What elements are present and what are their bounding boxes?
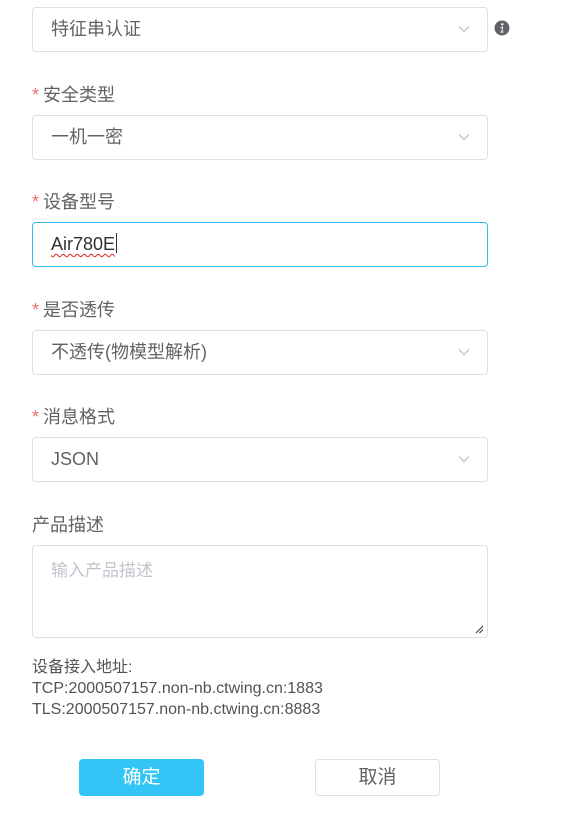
auth-mode-select[interactable]: 特征串认证 [32, 7, 488, 52]
message-format-label-text: 消息格式 [43, 407, 116, 427]
device-model-value: Air780E [51, 223, 118, 266]
passthrough-value: 不透传(物模型解析) [51, 342, 207, 362]
info-icon[interactable] [494, 20, 510, 36]
chevron-down-icon [458, 456, 470, 463]
description-label: 产品描述 [32, 515, 104, 535]
device-model-label: * 设备型号 [32, 188, 115, 214]
device-model-text: Air780E [51, 234, 116, 254]
text-caret [116, 233, 118, 253]
resize-handle-icon[interactable] [475, 625, 484, 634]
required-asterisk: * [32, 192, 40, 212]
required-asterisk: * [32, 300, 40, 320]
chevron-down-icon [458, 26, 470, 33]
confirm-button[interactable]: 确定 [79, 759, 204, 796]
product-form: 特征串认证 * 安全类型 一机一密 * 设备型号 Air780E * 是否透传 不透传… [0, 0, 563, 834]
security-type-label-text: 安全类型 [43, 85, 116, 105]
device-model-input[interactable]: Air780E [32, 222, 488, 267]
security-type-label: * 安全类型 [32, 81, 115, 107]
passthrough-select[interactable]: 不透传(物模型解析) [32, 330, 488, 375]
chevron-down-icon [458, 349, 470, 356]
message-format-select[interactable]: JSON [32, 437, 488, 482]
passthrough-label: * 是否透传 [32, 296, 115, 322]
security-type-select[interactable]: 一机一密 [32, 115, 488, 160]
cancel-button[interactable]: 取消 [315, 759, 440, 796]
required-asterisk: * [32, 407, 40, 427]
auth-mode-value: 特征串认证 [51, 19, 141, 39]
description-placeholder: 输入产品描述 [51, 561, 153, 580]
security-type-value: 一机一密 [51, 127, 123, 147]
passthrough-label-text: 是否透传 [43, 300, 116, 320]
access-address-tcp: TCP:2000507157.non-nb.ctwing.cn:1883 [32, 680, 323, 697]
access-address-title: 设备接入地址: [32, 659, 133, 676]
message-format-value: JSON [51, 449, 100, 469]
chevron-down-icon [458, 134, 470, 141]
access-address-tls: TLS:2000507157.non-nb.ctwing.cn:8883 [32, 701, 321, 718]
device-model-label-text: 设备型号 [43, 192, 116, 212]
required-asterisk: * [32, 85, 40, 105]
description-textarea[interactable]: 输入产品描述 [32, 545, 488, 638]
message-format-label: * 消息格式 [32, 403, 115, 429]
